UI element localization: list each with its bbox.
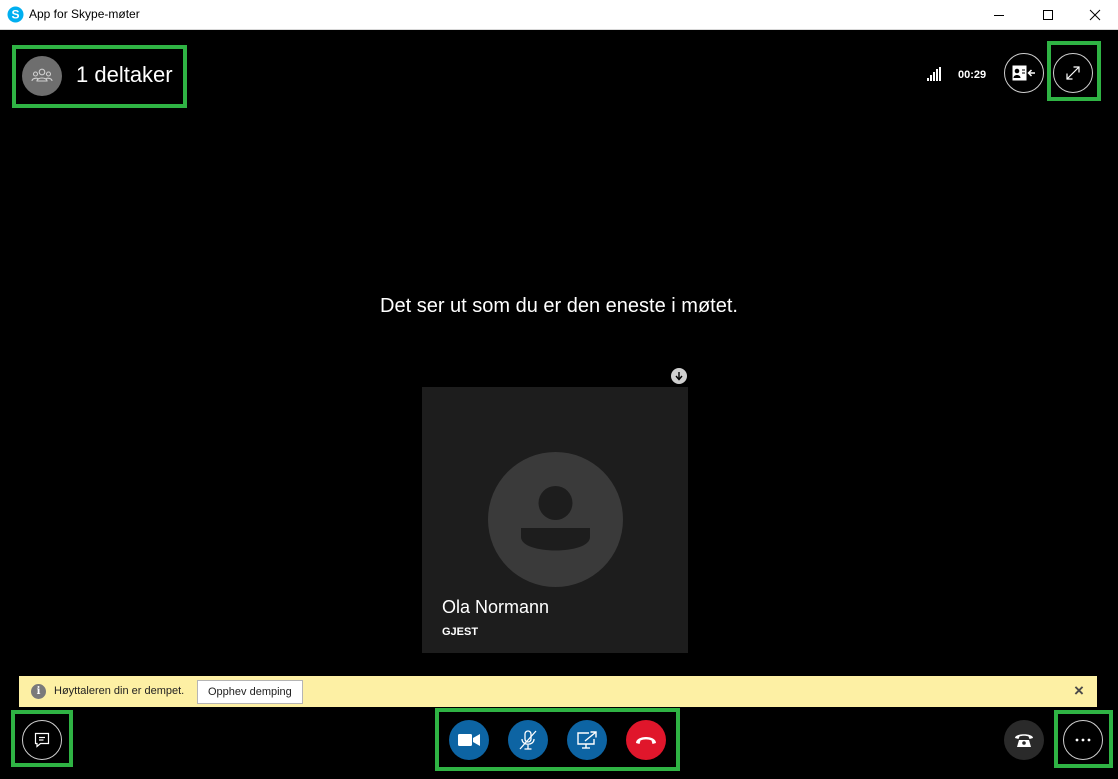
speaker-muted-notification: i Høyttaleren din er dempet. Opphev demp… — [19, 676, 1097, 707]
people-icon — [31, 68, 53, 82]
arrow-down-icon — [675, 372, 683, 381]
contact-card-button[interactable] — [1004, 53, 1044, 93]
hang-up-icon — [636, 737, 656, 744]
dismiss-notification-button[interactable]: × — [1071, 682, 1087, 700]
close-window-button[interactable] — [1072, 0, 1118, 30]
notification-text: Høyttaleren din er dempet. — [54, 685, 185, 697]
window-title: App for Skype-møter — [29, 7, 140, 21]
share-screen-icon — [577, 731, 597, 749]
mute-microphone-button[interactable] — [508, 720, 548, 760]
chat-button[interactable] — [22, 720, 62, 760]
participant-avatar — [488, 452, 623, 587]
end-call-button[interactable] — [626, 720, 666, 760]
close-icon: × — [1074, 681, 1084, 700]
skype-logo-icon: S — [7, 6, 24, 23]
participants-button[interactable] — [22, 56, 62, 96]
minimize-icon — [994, 15, 1004, 16]
maximize-button[interactable] — [1025, 0, 1071, 30]
more-options-icon — [1075, 738, 1091, 742]
expand-icon — [1066, 66, 1080, 80]
unmute-speaker-button[interactable]: Opphev demping — [197, 680, 303, 704]
call-timer: 00:29 — [958, 69, 987, 81]
signal-strength-icon — [927, 67, 941, 81]
participant-tile[interactable]: Ola Normann GJEST — [422, 387, 688, 653]
more-options-button[interactable] — [1063, 720, 1103, 760]
microphone-muted-icon — [519, 730, 537, 750]
tile-download-button[interactable] — [671, 368, 687, 384]
contact-card-icon — [1012, 65, 1035, 81]
window-titlebar: S App for Skype-møter — [0, 0, 1118, 30]
phone-audio-button[interactable] — [1004, 720, 1044, 760]
alone-in-meeting-message: Det ser ut som du er den eneste i møtet. — [380, 295, 738, 317]
video-camera-icon — [458, 734, 480, 746]
phone-icon — [1015, 734, 1033, 747]
participant-count-label: 1 deltaker — [76, 62, 173, 87]
info-icon: i — [31, 684, 46, 699]
fullscreen-button[interactable] — [1053, 53, 1093, 93]
video-button[interactable] — [449, 720, 489, 760]
minimize-button[interactable] — [976, 0, 1022, 30]
participant-name: Ola Normann — [442, 597, 550, 617]
svg-text:S: S — [11, 8, 19, 22]
person-placeholder-icon — [521, 486, 590, 551]
chat-icon — [34, 732, 50, 748]
close-icon — [1089, 9, 1101, 21]
participant-role: GJEST — [442, 626, 479, 638]
maximize-icon — [1043, 10, 1053, 20]
share-screen-button[interactable] — [567, 720, 607, 760]
